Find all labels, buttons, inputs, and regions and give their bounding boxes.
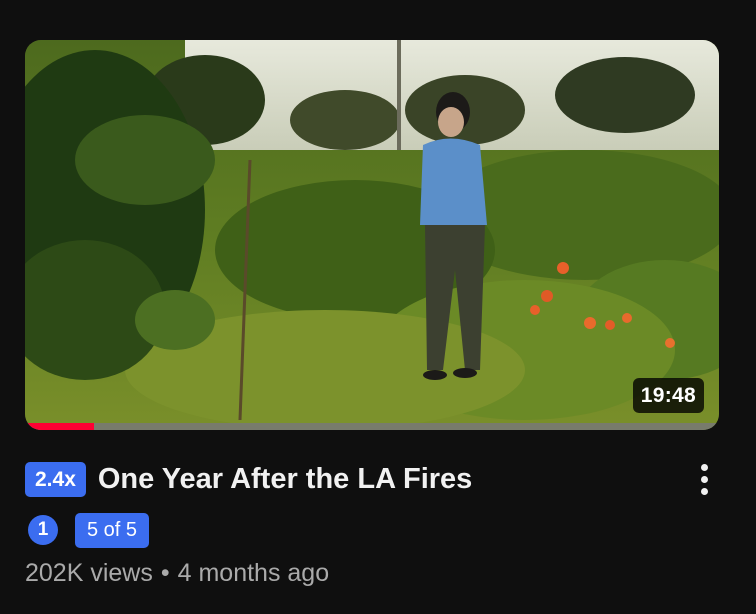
more-vert-icon-dot [700, 475, 708, 483]
playlist-position-badge: 5 of 5 [75, 512, 150, 548]
badge-row: 1 5 of 5 [28, 512, 150, 548]
more-vert-icon-dot [700, 487, 708, 495]
duration-badge: 19:48 [632, 378, 704, 413]
thumbnail-image [25, 40, 719, 430]
more-options-button[interactable] [688, 458, 720, 500]
view-count: 202K views [25, 558, 153, 587]
upload-age: 4 months ago [177, 558, 330, 587]
number-one-icon: 1 [28, 515, 58, 545]
video-thumbnail[interactable]: 19:48 [25, 40, 719, 430]
stats-separator: • [160, 558, 170, 587]
video-title[interactable]: One Year After the LA Fires [98, 461, 472, 497]
title-row: 2.4x One Year After the LA Fires [25, 459, 725, 499]
video-stats: 202K views • 4 months ago [25, 556, 329, 590]
watch-progress-fill [25, 423, 95, 430]
video-card[interactable]: 19:48 2.4x One Year After the LA Fires 1… [0, 0, 756, 614]
watch-progress-bar [25, 423, 719, 430]
playback-speed-badge: 2.4x [25, 461, 86, 497]
more-vert-icon [700, 463, 708, 471]
